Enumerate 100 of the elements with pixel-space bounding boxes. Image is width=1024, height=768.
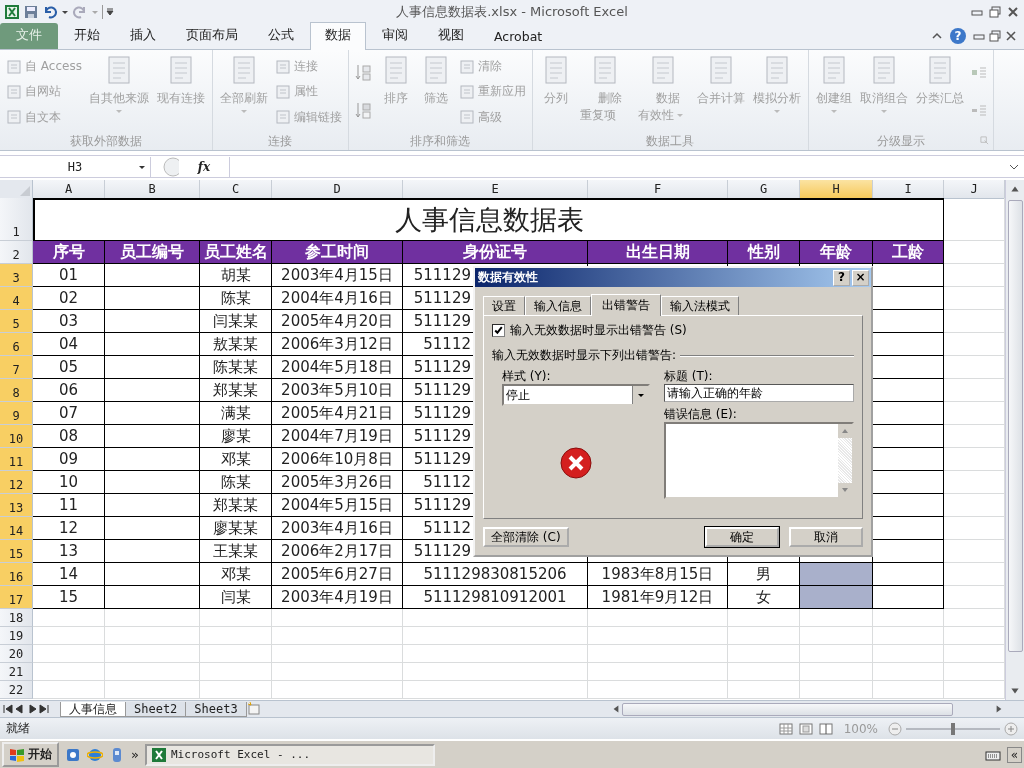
table-cell: 廖某某	[200, 517, 272, 541]
column-header[interactable]: J	[944, 180, 1005, 200]
table-cell: 郑某某	[200, 494, 272, 518]
table-cell: 邓某	[200, 448, 272, 472]
table-cell: 闫某某	[200, 310, 272, 334]
table-cell: 2006年10月8日	[272, 448, 403, 472]
table-cell: 03	[33, 310, 105, 334]
table-cell: 2004年5月18日	[272, 356, 403, 380]
row-header[interactable]: 18	[0, 609, 33, 628]
table-cell: 07	[33, 402, 105, 426]
name-box[interactable]: H3	[0, 156, 151, 177]
row-header[interactable]: 20	[0, 645, 33, 664]
dialog-tab[interactable]: 出错警告	[591, 294, 661, 316]
table-cell: 2004年5月15日	[272, 494, 403, 518]
table-cell: 511129810912001	[403, 586, 588, 610]
table-cell: 04	[33, 333, 105, 357]
row-header[interactable]: 7	[0, 356, 33, 380]
row-header[interactable]: 11	[0, 448, 33, 472]
table-cell: 陈某某	[200, 356, 272, 380]
table-cell: 2005年6月27日	[272, 563, 403, 587]
row-header[interactable]: 15	[0, 540, 33, 564]
ribbon-tab[interactable]: 插入	[116, 23, 170, 49]
row-header[interactable]: 21	[0, 663, 33, 682]
table-cell: 2005年4月21日	[272, 402, 403, 426]
dialog-button[interactable]: 取消	[789, 527, 863, 547]
ribbon-tab[interactable]: 审阅	[368, 23, 422, 49]
sheet-tab[interactable]: 人事信息	[60, 701, 126, 717]
ribbon-tab[interactable]: 视图	[424, 23, 478, 49]
table-cell: 1981年9月12日	[588, 586, 728, 610]
expand-tray-button[interactable]: «	[1006, 746, 1022, 763]
row-header[interactable]: 6	[0, 333, 33, 357]
table-cell: 05	[33, 356, 105, 380]
style-dropdown[interactable]: 停止	[502, 384, 650, 406]
insert-function-button[interactable]: fx	[179, 159, 229, 174]
row-header[interactable]: 1	[0, 198, 33, 242]
table-cell: 12	[33, 517, 105, 541]
column-heading: 序号	[33, 241, 105, 265]
table-cell: 1983年8月15日	[588, 563, 728, 587]
field-label: 错误信息 (E):	[664, 406, 738, 422]
table-cell: 廖某	[200, 425, 272, 449]
row-header[interactable]: 16	[0, 563, 33, 587]
table-cell: 闫某	[200, 586, 272, 610]
table-cell: 2004年4月16日	[272, 287, 403, 311]
help-button[interactable]: ?	[950, 28, 966, 44]
row-header[interactable]: 14	[0, 517, 33, 541]
row-header[interactable]: 4	[0, 287, 33, 311]
status-text: 就绪	[6, 720, 30, 738]
table-cell: 11	[33, 494, 105, 518]
sheet-tab[interactable]: Sheet3	[185, 701, 247, 717]
table-cell: 13	[33, 540, 105, 564]
row-header[interactable]: 3	[0, 264, 33, 288]
table-cell: 2004年7月19日	[272, 425, 403, 449]
row-header[interactable]: 10	[0, 425, 33, 449]
close-button[interactable]: ×	[852, 269, 869, 286]
group-title: 数据工具	[646, 132, 695, 150]
ribbon-tab[interactable]: 页面布局	[172, 23, 252, 49]
table-cell: 王某某	[200, 540, 272, 564]
table-cell: 01	[33, 264, 105, 288]
table-cell: 14	[33, 563, 105, 587]
column-heading: 员工姓名	[200, 241, 272, 265]
start-button[interactable]: 开始	[2, 742, 59, 768]
table-cell: 满某	[200, 402, 272, 426]
row-header[interactable]: 22	[0, 681, 33, 700]
table-cell: 10	[33, 471, 105, 495]
table-cell: 陈某	[200, 287, 272, 311]
ribbon-tab[interactable]: Acrobat	[480, 25, 557, 49]
table-cell: 2003年4月19日	[272, 586, 403, 610]
column-heading: 年龄	[800, 241, 873, 265]
row-header[interactable]: 12	[0, 471, 33, 495]
row-header[interactable]: 17	[0, 586, 33, 610]
table-cell: 2005年4月20日	[272, 310, 403, 334]
ribbon-tab[interactable]: 公式	[254, 23, 308, 49]
dialog-tab[interactable]: 输入法模式	[661, 296, 739, 315]
table-cell: 2003年4月15日	[272, 264, 403, 288]
row-header[interactable]: 13	[0, 494, 33, 518]
ribbon-tab[interactable]: 开始	[60, 23, 114, 49]
title-field[interactable]: 请输入正确的年龄	[664, 384, 854, 402]
table-cell: 09	[33, 448, 105, 472]
row-header[interactable]: 19	[0, 627, 33, 646]
row-header[interactable]: 2	[0, 241, 33, 265]
dialog-button[interactable]: 确定	[705, 527, 779, 547]
row-header[interactable]: 8	[0, 379, 33, 403]
table-cell: 郑某某	[200, 379, 272, 403]
help-button[interactable]: ?	[833, 269, 850, 286]
dialog-title: 数据有效性	[478, 269, 538, 286]
column-heading: 参工时间	[272, 241, 403, 265]
more-button[interactable]: »	[131, 747, 139, 763]
table-cell: 511129830815206	[403, 563, 588, 587]
group-title: 分级显示	[876, 132, 925, 150]
taskbar-button[interactable]: Microsoft Excel - ...	[144, 743, 435, 766]
row-header[interactable]: 5	[0, 310, 33, 334]
ribbon-tab[interactable]: 数据	[310, 22, 366, 50]
row-header[interactable]: 9	[0, 402, 33, 426]
sheet-tab[interactable]: Sheet2	[125, 701, 187, 717]
dialog-tab[interactable]: 设置	[483, 296, 525, 315]
group-title: 排序和筛选	[410, 132, 471, 150]
group-title: 获取外部数据	[69, 132, 142, 150]
table-cell: 2006年2月17日	[272, 540, 403, 564]
table-cell: 邓某	[200, 563, 272, 587]
dialog-button[interactable]: 全部清除 (C)	[483, 527, 569, 547]
